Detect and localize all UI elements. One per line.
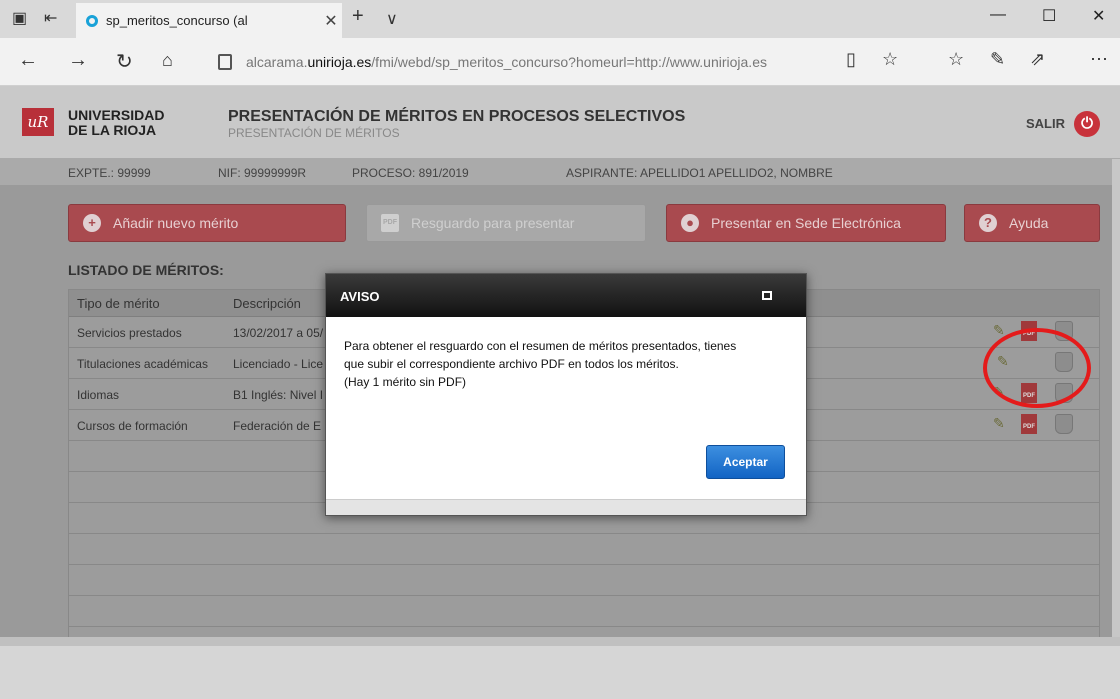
dialog-message-line1: Para obtener el resguardo con el resumen… — [344, 339, 737, 353]
col-desc-header: Descripción — [233, 296, 301, 311]
empty-row — [69, 534, 1099, 565]
merit-description: Federación de E — [233, 419, 322, 433]
share-icon[interactable]: ⇗ — [1030, 49, 1045, 70]
university-name-line2: DE LA RIOJA — [68, 122, 157, 138]
nif: NIF: 99999999R — [218, 166, 307, 180]
maximize-icon[interactable] — [762, 291, 772, 300]
url-domain: unirioja.es — [307, 54, 372, 70]
tab-close-icon[interactable]: ✕ — [320, 11, 342, 31]
empty-row — [69, 565, 1099, 596]
tab-list-chevron-icon[interactable]: ∨ — [386, 9, 398, 29]
web-notes-pen-icon[interactable]: ✎ — [990, 49, 1005, 70]
forward-arrow-icon[interactable]: → — [68, 49, 88, 72]
merit-type: Titulaciones académicas — [77, 357, 208, 371]
university-name-line1: UNIVERSIDAD — [68, 107, 165, 123]
window-minimize-button[interactable]: — — [990, 6, 1006, 24]
edit-pencil-icon[interactable]: ✎ — [993, 415, 1005, 432]
question-icon: ? — [979, 214, 997, 232]
url-domain-prefix: alcarama. — [246, 54, 308, 70]
empty-row — [69, 596, 1099, 627]
delete-trash-icon[interactable] — [1055, 414, 1073, 434]
merit-description: Licenciado - Lice — [233, 357, 324, 371]
power-icon[interactable]: ⏻ — [1074, 111, 1100, 137]
more-menu-icon[interactable]: ⋯ — [1090, 49, 1108, 70]
proceso: PROCESO: 891/2019 — [352, 166, 469, 180]
add-merit-button[interactable]: + Añadir nuevo mérito — [68, 204, 346, 242]
window-maximize-button[interactable]: ☐ — [1042, 6, 1056, 26]
submit-electronic-office-button[interactable]: ● Presentar en Sede Electrónica — [666, 204, 946, 242]
col-type-header: Tipo de mérito — [77, 296, 160, 311]
merit-description: B1 Inglés: Nivel I — [233, 388, 324, 402]
page-subtitle: PRESENTACIÓN DE MÉRITOS — [228, 126, 400, 140]
url-field[interactable]: alcarama. unirioja.es/fmi/webd/sp_meritos… — [218, 47, 908, 77]
applicant-info-bar: EXPTE.: 99999 NIF: 99999999R PROCESO: 89… — [0, 159, 1112, 185]
lock-icon — [218, 54, 232, 70]
back-arrow-icon[interactable]: ← — [18, 49, 38, 72]
dialog-resize-grip[interactable] — [326, 499, 806, 515]
home-icon[interactable]: ⌂ — [162, 50, 173, 71]
pdf-icon[interactable]: PDF — [1021, 414, 1037, 434]
window-close-button[interactable]: ✕ — [1092, 6, 1105, 26]
tab-title: sp_meritos_concurso (al — [106, 13, 248, 28]
app-header: uR UNIVERSIDAD DE LA RIOJA PRESENTACIÓN … — [0, 86, 1120, 159]
dialog-header: AVISO — [326, 274, 806, 317]
submit-label: Presentar en Sede Electrónica — [711, 215, 901, 231]
receipt-label: Resguardo para presentar — [411, 215, 575, 231]
pdf-file-icon: PDF — [381, 214, 399, 232]
dialog-message-line3: (Hay 1 mérito sin PDF) — [344, 375, 467, 389]
reading-view-icon[interactable]: ▯ — [846, 49, 856, 70]
merit-type: Servicios prestados — [77, 326, 182, 340]
add-merit-label: Añadir nuevo mérito — [113, 215, 239, 231]
dialog-message-line2: que subir el correspondiente archivo PDF… — [344, 357, 679, 371]
merit-type: Cursos de formación — [77, 419, 188, 433]
user-icon: ● — [681, 214, 699, 232]
plus-icon: + — [83, 214, 101, 232]
browser-address-bar: ← → ↻ ⌂ alcarama. unirioja.es/fmi/webd/sp… — [0, 38, 1120, 86]
red-highlight-circle — [983, 328, 1091, 408]
set-tabs-aside-icon[interactable]: ⇤ — [44, 8, 57, 28]
horizontal-scrollbar[interactable] — [0, 637, 1120, 646]
receipt-button[interactable]: PDF Resguardo para presentar — [366, 204, 646, 242]
page-footer-area — [0, 646, 1120, 699]
accept-button[interactable]: Aceptar — [706, 445, 785, 479]
university-logo: uR — [22, 108, 54, 136]
browser-tab[interactable]: sp_meritos_concurso (al ✕ — [76, 3, 342, 38]
aspirante: ASPIRANTE: APELLIDO1 APELLIDO2, NOMBRE — [566, 166, 833, 180]
merit-description: 13/02/2017 a 05/ — [233, 326, 324, 340]
refresh-icon[interactable]: ↻ — [116, 49, 133, 74]
site-favicon-icon — [86, 14, 98, 27]
page-title: PRESENTACIÓN DE MÉRITOS EN PROCESOS SELE… — [228, 108, 686, 125]
browser-tab-bar: ▣ ⇤ sp_meritos_concurso (al ✕ + ∨ — ☐ ✕ — [0, 0, 1120, 38]
dialog-message: Para obtener el resguardo con el resumen… — [344, 337, 784, 391]
favorite-star-icon[interactable]: ☆ — [882, 49, 898, 70]
new-tab-button[interactable]: + — [352, 5, 364, 28]
merit-type: Idiomas — [77, 388, 120, 402]
logout-label[interactable]: SALIR — [1026, 116, 1065, 131]
help-button[interactable]: ? Ayuda — [964, 204, 1100, 242]
help-label: Ayuda — [1009, 215, 1049, 231]
university-name: UNIVERSIDAD DE LA RIOJA — [68, 108, 164, 138]
dialog-title: AVISO — [340, 289, 380, 304]
vertical-scrollbar[interactable] — [1112, 159, 1120, 637]
expediente: EXPTE.: 99999 — [68, 166, 151, 180]
tab-manager-icon[interactable]: ▣ — [12, 8, 27, 28]
warning-dialog: AVISO Para obtener el resguardo con el r… — [325, 273, 807, 516]
merits-list-heading: LISTADO DE MÉRITOS: — [68, 262, 224, 278]
url-path: /fmi/webd/sp_meritos_concurso?homeurl=ht… — [371, 54, 767, 70]
favorites-hub-icon[interactable]: ☆ — [948, 49, 964, 70]
